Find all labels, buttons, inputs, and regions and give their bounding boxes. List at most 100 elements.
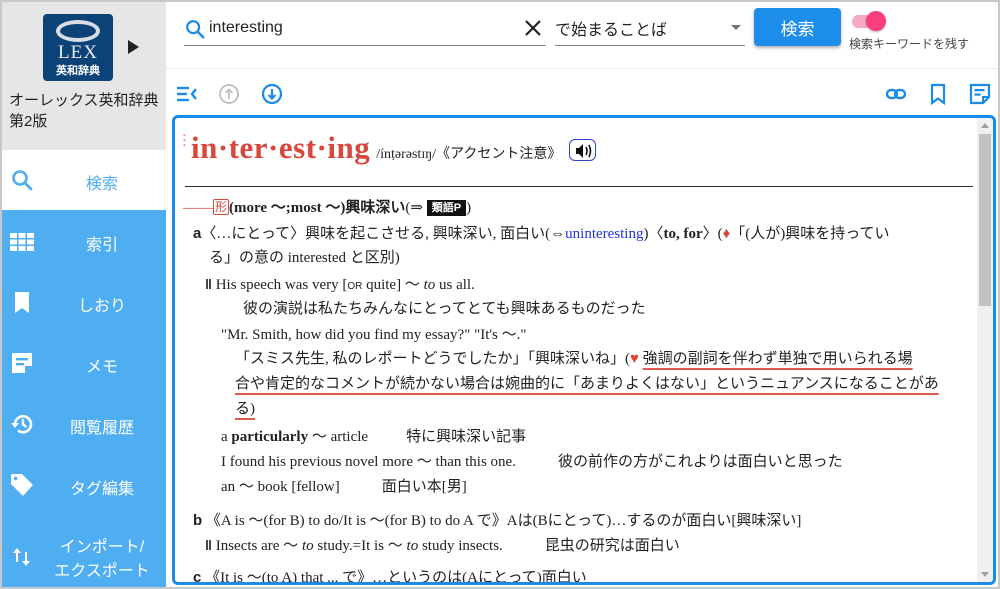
arrow-up-circle-icon[interactable] — [218, 83, 240, 105]
pos-line: —— 形 (more ～;most ～)興味深い(⇒ 類語P) — [183, 196, 471, 221]
keep-keyword-label: 検索キーワードを残す — [849, 37, 970, 51]
memo-icon[interactable] — [969, 83, 991, 105]
comparative-forms: (more ～;most ～) — [229, 200, 346, 216]
usage-note-line-3: る) — [235, 397, 255, 422]
divider — [166, 68, 998, 69]
example-en-italic: to — [423, 277, 436, 293]
example-en-italic: to — [406, 538, 419, 554]
search-field — [184, 10, 546, 46]
grid-icon — [10, 233, 34, 251]
sense-text: 〈…にとって〉興味を起こさせる, 興味深い, 面白い(⇔ — [201, 226, 566, 242]
headword-line: * * * in·ter·est·ing/ínṭərəstɪŋ/《アクセント注意》 — [183, 130, 597, 166]
search-mode-value: で始まることば — [555, 22, 668, 39]
example-en: His speech was very [ — [215, 277, 348, 293]
pos-badge: 形 — [213, 199, 230, 215]
sense-text: 《A is ～(for B) to do/It is ～(for B) to d… — [205, 513, 802, 529]
example-translation: 特に興味深い記事 — [406, 429, 527, 445]
example-en: Insects are ～ — [215, 538, 302, 554]
audio-button[interactable] — [569, 139, 597, 161]
speaker-icon — [576, 144, 592, 158]
example: I found his previous novel more ～ than t… — [221, 450, 843, 475]
pronunciation: /ínṭərəstɪŋ/ — [376, 147, 437, 162]
example-en: study insects. — [418, 538, 503, 554]
usage-note-line-2: 合や肯定的なコメントが続かない場合は婉曲的に「あまりよくはない」というニュアンス… — [235, 372, 939, 397]
usage-note: 合や肯定的なコメントが続かない場合は婉曲的に「あまりよくはない」というニュアンス… — [235, 376, 939, 392]
tag-icon — [11, 474, 33, 496]
sidebar-item-label: 索引 — [85, 237, 118, 254]
divider — [185, 186, 973, 187]
dictionary-entry-panel[interactable]: * * * in·ter·est·ing/ínṭərəstɪŋ/《アクセント注意》 —… — [172, 115, 996, 585]
ref-open: (⇒ — [405, 200, 423, 216]
search-input[interactable] — [209, 15, 509, 41]
example-mark: ‖ — [205, 537, 212, 553]
sense-text: 《It is ～(to A) that ... で》…というのは(Aにとって)面… — [205, 570, 587, 585]
collapse-icon[interactable] — [176, 83, 198, 105]
example-en-bold: particularly — [231, 429, 309, 445]
sidebar-item-bookmarks[interactable]: しおり — [2, 272, 166, 332]
sidebar-item-label: タグ編集 — [69, 481, 134, 498]
sense-a-line-2: る」の意の interested と区別) — [209, 250, 400, 266]
sidebar-item-index[interactable]: 索引 — [2, 211, 166, 271]
search-icon — [12, 170, 33, 191]
sidebar-item-import-export[interactable]: インポート/エクスポート — [2, 527, 166, 587]
example-en: quite] ～ — [362, 277, 424, 293]
main-gloss: 興味深い — [345, 200, 406, 216]
example-ja: 「スミス先生, 私のレポートどうでしたか」「興味深いね」( — [235, 351, 630, 367]
sense-text: )〈 — [643, 226, 664, 242]
sidebar: LEX 英和辞典 オーレックス英和辞典 第2版 検索 索引 しおり メモ 閲覧履… — [2, 2, 166, 587]
heart-icon: ♥ — [630, 351, 639, 367]
example-translation: 昆虫の研究は面白い — [544, 538, 680, 554]
example-en: an ～ book [fellow] — [221, 479, 340, 495]
scroll-down-arrow-icon[interactable] — [981, 572, 989, 577]
scroll-up-arrow-icon[interactable] — [981, 123, 989, 128]
sidebar-item-label: 検索 — [85, 176, 118, 193]
sense-b-line: b 《A is ～(for B) to do/It is ～(for B) to… — [193, 508, 801, 534]
headword: in·ter·est·ing — [191, 130, 371, 165]
dash: —— — [183, 200, 213, 216]
chevron-down-icon — [731, 25, 741, 30]
clear-icon[interactable] — [523, 18, 543, 38]
sidebar-item-history[interactable]: 閲覧履歴 — [2, 394, 166, 454]
or-label: OR — [347, 281, 363, 292]
example-mark: ‖ — [205, 276, 212, 292]
example-en: ～ article — [308, 429, 369, 445]
arrow-down-circle-icon[interactable] — [261, 83, 283, 105]
example: a particularly ～ article 特に興味深い記事 — [221, 425, 526, 450]
lex-logo[interactable]: LEX 英和辞典 — [43, 14, 113, 81]
memo-icon — [12, 353, 32, 373]
sidebar-item-tags[interactable]: タグ編集 — [2, 455, 166, 515]
example-en-italic: to — [301, 538, 314, 554]
example-en: I found his previous novel more ～ than t… — [221, 454, 516, 470]
dictionary-entry: * * * in·ter·est·ing/ínṭərəstɪŋ/《アクセント注意》 —… — [175, 118, 979, 582]
search-mode-select[interactable]: で始まることば — [555, 10, 745, 46]
sense-label: b — [193, 512, 203, 529]
sidebar-item-search[interactable]: 検索 — [2, 150, 166, 210]
dictionary-header: LEX 英和辞典 オーレックス英和辞典 第2版 — [2, 2, 166, 150]
link-icon[interactable] — [885, 83, 907, 105]
scrollbar[interactable] — [977, 118, 993, 582]
keep-keyword-toggle[interactable] — [850, 11, 886, 31]
sidebar-item-label: メモ — [85, 359, 118, 376]
sense-text: 「(人が)興味を持ってい — [730, 226, 890, 242]
example-en: us all. — [435, 277, 475, 293]
label-line-2: エクスポート — [54, 563, 150, 580]
logo-mark: LEX — [58, 42, 98, 63]
synonym-badge[interactable]: 類語P — [426, 200, 467, 216]
example: an ～ book [fellow] 面白い本[男] — [221, 475, 467, 500]
sidebar-item-label: しおり — [77, 298, 126, 315]
example-en: a — [221, 429, 232, 445]
play-triangle-icon[interactable] — [128, 40, 139, 54]
antonym-link[interactable]: uninteresting — [565, 226, 643, 242]
sense-text: 〉( — [702, 226, 723, 242]
import-export-icon — [13, 548, 30, 566]
accent-note: 《アクセント注意》 — [436, 147, 562, 162]
usage-note: 強調の副詞を伴わず単独で用いられる場 — [642, 351, 913, 367]
example-en: study.=It is ～ — [313, 538, 407, 554]
example-translation: 面白い本[男] — [381, 479, 467, 495]
sidebar-item-memo[interactable]: メモ — [2, 333, 166, 393]
search-button[interactable]: 検索 — [754, 8, 841, 46]
history-icon — [11, 415, 33, 434]
bookmark-icon[interactable] — [927, 83, 949, 105]
scrollbar-thumb[interactable] — [979, 134, 991, 306]
ref-close: ) — [466, 200, 472, 216]
